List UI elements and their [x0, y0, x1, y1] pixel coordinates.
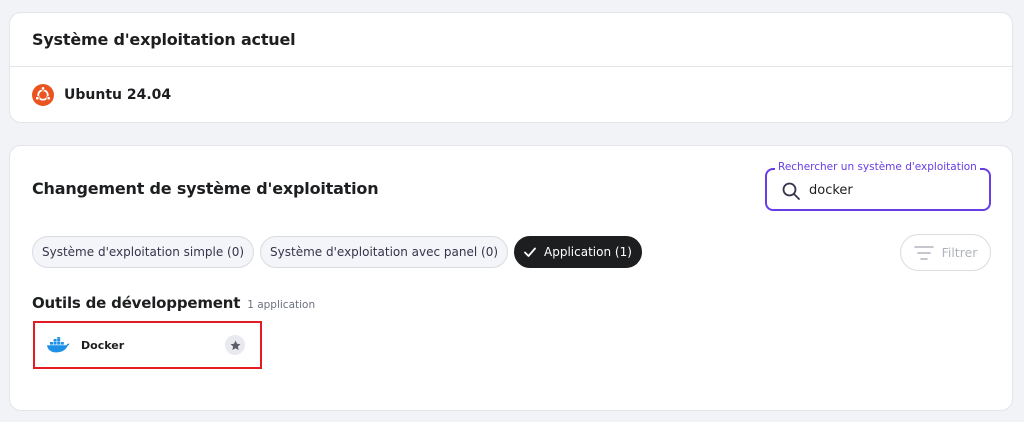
chip-label: Système d'exploitation avec panel (0)	[270, 245, 499, 259]
docker-icon	[47, 337, 70, 353]
star-icon	[230, 340, 240, 350]
section-header: Outils de développement 1 application	[32, 294, 315, 312]
current-os-header: Système d'exploitation actuel	[10, 13, 1012, 67]
filter-button[interactable]: Filtrer	[900, 234, 991, 271]
search-label: Rechercher un système d'exploitation	[775, 161, 980, 173]
current-os-name: Ubuntu 24.04	[64, 86, 172, 103]
search-field[interactable]: Rechercher un système d'exploitation	[765, 161, 991, 211]
ubuntu-icon	[32, 83, 54, 106]
chip-os-with-panel[interactable]: Système d'exploitation avec panel (0)	[260, 236, 509, 268]
change-os-card: Changement de système d'exploitation Rec…	[9, 145, 1013, 411]
chip-simple-os[interactable]: Système d'exploitation simple (0)	[32, 236, 255, 268]
chip-label: Système d'exploitation simple (0)	[42, 245, 245, 259]
search-input[interactable]	[809, 179, 981, 201]
check-icon	[524, 247, 536, 257]
section-title: Outils de développement	[32, 294, 241, 312]
os-type-chips: Système d'exploitation simple (0) Systèm…	[32, 236, 642, 268]
filter-label: Filtrer	[941, 245, 978, 260]
current-os-title: Système d'exploitation actuel	[32, 30, 296, 49]
chip-label: Application (1)	[544, 245, 632, 259]
filter-icon	[913, 245, 934, 260]
search-icon	[782, 182, 800, 200]
app-card-docker[interactable]: Docker	[33, 321, 262, 369]
chip-application[interactable]: Application (1)	[514, 236, 642, 268]
current-os-row: Ubuntu 24.04	[10, 67, 1012, 122]
change-os-title: Changement de système d'exploitation	[32, 179, 379, 198]
current-os-card: Système d'exploitation actuel Ubuntu 24.…	[9, 12, 1013, 123]
favorite-button[interactable]	[225, 335, 245, 355]
section-count: 1 application	[247, 299, 316, 311]
app-name: Docker	[81, 338, 125, 352]
